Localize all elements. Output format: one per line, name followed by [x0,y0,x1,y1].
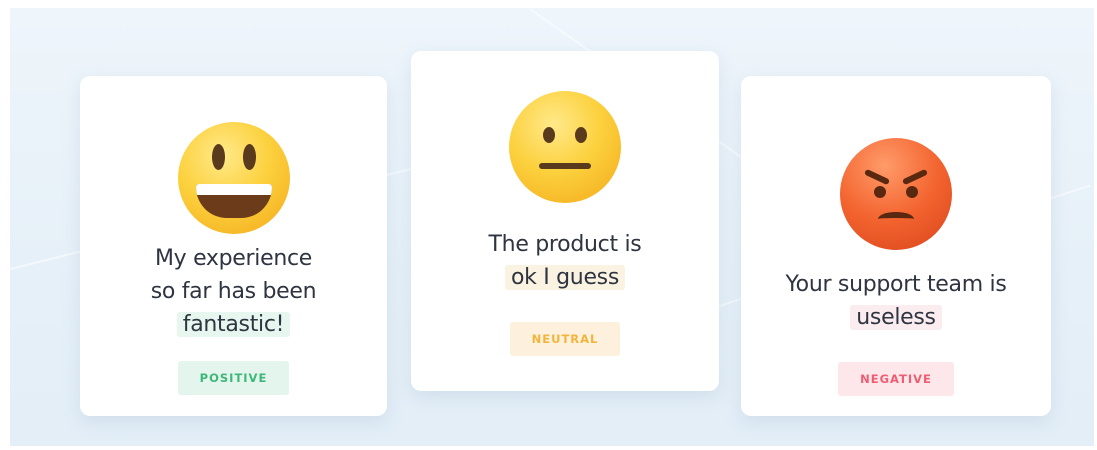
neutral-card: The product is ok I guess NEUTRAL [411,51,719,391]
positive-card: My experience so far has been fantastic!… [80,76,387,416]
grinning-face-icon [177,122,290,234]
quote-line: The product is [488,232,642,257]
sentiment-examples-panel: My experience so far has been fantastic!… [10,8,1094,446]
highlighted-phrase: ok I guess [504,265,626,290]
negative-card: Your support team is useless NEGATIVE [741,76,1051,416]
angry-face-icon [840,138,952,250]
negative-quote: Your support team is useless [785,268,1007,334]
positive-quote: My experience so far has been fantastic! [151,242,317,341]
highlighted-phrase: fantastic! [176,312,291,337]
quote-line: so far has been [150,279,317,304]
neutral-quote: The product is ok I guess [489,228,642,294]
positive-badge: POSITIVE [177,361,290,395]
negative-badge: NEGATIVE [838,362,954,396]
quote-line: Your support team is [785,272,1007,297]
neutral-badge: NEUTRAL [509,322,621,356]
highlighted-phrase: useless [850,305,942,330]
quote-line: My experience [154,246,312,271]
neutral-face-icon [509,91,621,203]
